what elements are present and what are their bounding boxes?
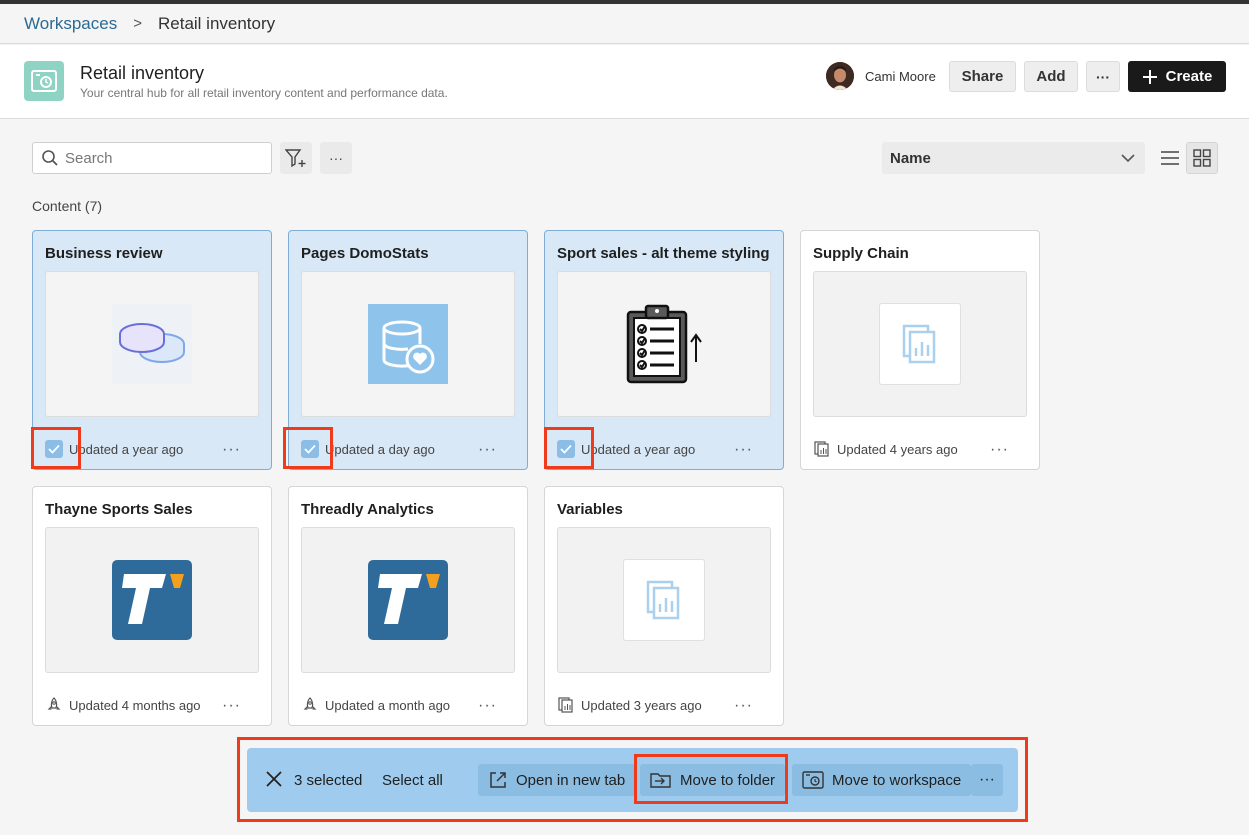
card-footer: Updated a month ago ··· <box>301 695 515 715</box>
selected-count: 3 selected <box>294 772 363 789</box>
move-to-folder-highlight-box <box>634 754 788 804</box>
card-more-button[interactable]: ··· <box>222 441 241 459</box>
card-title: Business review <box>45 245 163 262</box>
bulk-action-bar: 3 selected Select all Open in new tab Mo… <box>247 748 1018 812</box>
report-type-icon <box>813 440 831 458</box>
card-more-button[interactable]: ··· <box>990 441 1009 459</box>
search-input[interactable] <box>65 149 255 167</box>
open-in-new-tab-label: Open in new tab <box>516 771 626 789</box>
card-updated-text: Updated a year ago <box>581 441 696 457</box>
user-name: Cami Moore <box>865 69 936 84</box>
user-avatar[interactable] <box>826 62 854 90</box>
sort-select[interactable]: Name <box>882 142 1145 174</box>
filter-add-icon <box>285 149 306 168</box>
breadcrumb: Workspaces > Retail inventory <box>0 4 1249 44</box>
card-title: Pages DomoStats <box>301 245 429 262</box>
card-more-button[interactable]: ··· <box>734 441 753 459</box>
database-heart-icon <box>368 304 448 384</box>
card-more-button[interactable]: ··· <box>222 697 241 715</box>
breadcrumb-workspaces-link[interactable]: Workspaces <box>24 14 117 34</box>
grid-icon <box>1193 149 1211 167</box>
card-title: Variables <box>557 501 623 518</box>
card-title: Thayne Sports Sales <box>45 501 193 518</box>
card-footer: Updated 4 months ago ··· <box>45 695 259 715</box>
action-bar-more-button[interactable]: ··· <box>971 764 1003 796</box>
external-link-icon <box>490 772 506 788</box>
sort-select-value: Name <box>890 149 931 167</box>
search-icon <box>42 150 58 166</box>
list-view-toggle[interactable] <box>1154 142 1186 174</box>
create-button-label: Create <box>1165 68 1213 85</box>
card-more-button[interactable]: ··· <box>478 697 497 715</box>
header-more-button[interactable]: ··· <box>1086 61 1120 92</box>
chevron-down-icon <box>1121 153 1135 162</box>
breadcrumb-current: Retail inventory <box>157 13 276 33</box>
create-button[interactable]: Create <box>1128 61 1226 92</box>
card-thumbnail <box>557 527 771 673</box>
app-rocket-icon <box>301 696 319 714</box>
plus-icon <box>1142 69 1157 84</box>
card-updated-text: Updated 4 years ago <box>837 441 958 457</box>
search-box[interactable] <box>32 142 272 174</box>
t-logo-icon <box>112 560 192 640</box>
list-icon <box>1161 151 1179 165</box>
coins-icon <box>112 304 192 384</box>
clear-selection-button[interactable] <box>265 770 283 793</box>
t-logo-icon <box>368 560 448 640</box>
checkbox-highlight-box <box>544 427 594 469</box>
breadcrumb-separator: > <box>133 15 142 32</box>
content-count-label: Content (7) <box>32 198 103 214</box>
content-card-variables[interactable]: Variables Updated 3 years ago ··· <box>544 486 784 726</box>
select-all-button[interactable]: Select all <box>382 772 443 789</box>
card-footer: Updated 3 years ago ··· <box>557 695 771 715</box>
card-updated-text: Updated a day ago <box>325 441 435 457</box>
card-updated-text: Updated 3 years ago <box>581 697 702 713</box>
toolbar-more-button[interactable]: ··· <box>320 142 352 174</box>
report-icon <box>902 324 936 364</box>
card-more-button[interactable]: ··· <box>478 441 497 459</box>
share-button[interactable]: Share <box>949 61 1016 92</box>
content-card-threadly-analytics[interactable]: Threadly Analytics Updated a month ago ·… <box>288 486 528 726</box>
card-more-button[interactable]: ··· <box>734 697 753 715</box>
card-updated-text: Updated a month ago <box>325 697 451 713</box>
workspace-icon <box>802 771 824 789</box>
content-card-thayne-sports-sales[interactable]: Thayne Sports Sales Updated 4 months ago… <box>32 486 272 726</box>
open-in-new-tab-button[interactable]: Open in new tab <box>478 764 636 796</box>
report-type-icon <box>557 696 575 714</box>
content-card-supply-chain[interactable]: Supply Chain Updated 4 years ago ··· <box>800 230 1040 470</box>
close-icon <box>266 771 282 787</box>
card-title: Threadly Analytics <box>301 501 434 518</box>
workspace-header: Retail inventory Your central hub for al… <box>0 45 1249 119</box>
workspace-subtitle: Your central hub for all retail inventor… <box>80 86 448 100</box>
report-icon <box>646 580 680 620</box>
card-thumbnail <box>557 271 771 417</box>
clipboard-checklist-icon <box>626 304 702 384</box>
card-thumbnail <box>45 271 259 417</box>
checkbox-highlight-box <box>283 427 333 469</box>
app-rocket-icon <box>45 696 63 714</box>
card-updated-text: Updated 4 months ago <box>69 697 201 713</box>
card-thumbnail <box>301 527 515 673</box>
card-footer: Updated a day ago ··· <box>301 439 515 459</box>
workspace-title: Retail inventory <box>80 63 205 83</box>
card-title: Supply Chain <box>813 245 909 262</box>
filter-button[interactable] <box>280 142 312 174</box>
card-footer: Updated 4 years ago ··· <box>813 439 1027 459</box>
card-updated-text: Updated a year ago <box>69 441 184 457</box>
card-thumbnail <box>45 527 259 673</box>
add-button[interactable]: Add <box>1024 61 1078 92</box>
checkbox-highlight-box <box>31 427 81 469</box>
move-to-workspace-button[interactable]: Move to workspace <box>792 764 972 796</box>
card-thumbnail <box>813 271 1027 417</box>
move-to-workspace-label: Move to workspace <box>832 771 962 789</box>
grid-view-toggle[interactable] <box>1186 142 1218 174</box>
card-thumbnail <box>301 271 515 417</box>
workspace-icon <box>24 61 64 101</box>
card-title: Sport sales - alt theme styling <box>557 245 770 262</box>
